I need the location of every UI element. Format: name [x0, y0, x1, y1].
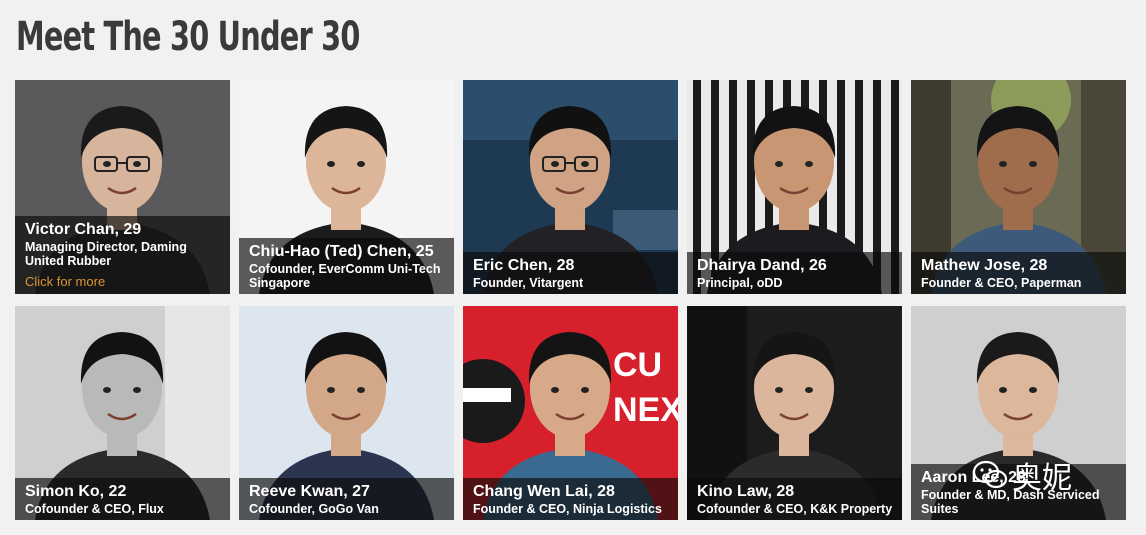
profile-grid: Victor Chan, 29 Managing Director, Daming…: [15, 80, 1131, 521]
profile-role: Cofounder & CEO, K&K Property: [697, 502, 893, 516]
profile-caption: Chiu-Hao (Ted) Chen, 25 Cofounder, EverCo…: [239, 238, 454, 294]
profile-name: Chiu-Hao (Ted) Chen, 25: [249, 243, 434, 260]
profile-name: Aaron Lee, 28: [921, 469, 1026, 486]
profile-caption: Victor Chan, 29 Managing Director, Daming…: [15, 216, 230, 294]
profile-role: Managing Director, Daming United Rubber: [25, 240, 187, 268]
profile-caption: Eric Chen, 28 Founder, Vitargent: [463, 252, 678, 294]
profile-role: Founder & MD, Dash Serviced Suites: [921, 488, 1100, 516]
profile-card[interactable]: Mathew Jose, 28 Founder & CEO, Paperman: [911, 80, 1126, 294]
sign-text: NEX: [613, 391, 678, 429]
page-title: Meet The 30 Under 30: [16, 14, 360, 60]
profile-name: Victor Chan, 29: [25, 221, 142, 238]
profile-caption: Dhairya Dand, 26 Principal, oDD: [687, 252, 902, 294]
profile-name: Eric Chen, 28: [473, 257, 575, 274]
profile-name: Dhairya Dand, 26: [697, 257, 827, 274]
profile-card[interactable]: Chiu-Hao (Ted) Chen, 25 Cofounder, EverCo…: [239, 80, 454, 294]
profile-role: Founder & CEO, Ninja Logistics: [473, 502, 662, 516]
profile-role: Founder & CEO, Paperman: [921, 276, 1082, 290]
profile-card[interactable]: Eric Chen, 28 Founder, Vitargent: [463, 80, 678, 294]
profile-name: Kino Law, 28: [697, 483, 795, 500]
profile-caption: Kino Law, 28 Cofounder & CEO, K&K Propert…: [687, 478, 902, 520]
profile-role: Cofounder & CEO, Flux: [25, 502, 164, 516]
profile-name: Reeve Kwan, 27: [249, 483, 370, 500]
profile-card[interactable]: Simon Ko, 22 Cofounder & CEO, Flux: [15, 306, 230, 520]
profile-caption: Reeve Kwan, 27 Cofounder, GoGo Van: [239, 478, 454, 520]
profile-caption: Aaron Lee, 28 Founder & MD, Dash Serviced…: [911, 464, 1126, 520]
profile-role: Founder, Vitargent: [473, 276, 584, 290]
profile-card[interactable]: CU NEX Chang Wen Lai, 28 Founder & CEO, Nin…: [463, 306, 678, 520]
profile-name: Mathew Jose, 28: [921, 257, 1048, 274]
profile-name: Simon Ko, 22: [25, 483, 127, 500]
profile-caption: Simon Ko, 22 Cofounder & CEO, Flux: [15, 478, 230, 520]
profile-caption: Chang Wen Lai, 28 Founder & CEO, Ninja Lo…: [463, 478, 678, 520]
profile-card[interactable]: Kino Law, 28 Cofounder & CEO, K&K Propert…: [687, 306, 902, 520]
profile-card[interactable]: Reeve Kwan, 27 Cofounder, GoGo Van: [239, 306, 454, 520]
profile-card[interactable]: Dhairya Dand, 26 Principal, oDD: [687, 80, 902, 294]
profile-name: Chang Wen Lai, 28: [473, 483, 615, 500]
profile-role: Cofounder, EverComm Uni-Tech Singapore: [249, 262, 441, 290]
profile-role: Cofounder, GoGo Van: [249, 502, 379, 516]
profile-role: Principal, oDD: [697, 276, 783, 290]
sign-text: CU: [613, 346, 662, 384]
page: Meet The 30 Under 30 Victor Chan, 29 Mana…: [0, 0, 1146, 535]
click-for-more-link[interactable]: Click for more: [25, 274, 222, 290]
profile-caption: Mathew Jose, 28 Founder & CEO, Paperman: [911, 252, 1126, 294]
profile-card[interactable]: Victor Chan, 29 Managing Director, Daming…: [15, 80, 230, 294]
profile-card[interactable]: Aaron Lee, 28 Founder & MD, Dash Serviced…: [911, 306, 1126, 520]
